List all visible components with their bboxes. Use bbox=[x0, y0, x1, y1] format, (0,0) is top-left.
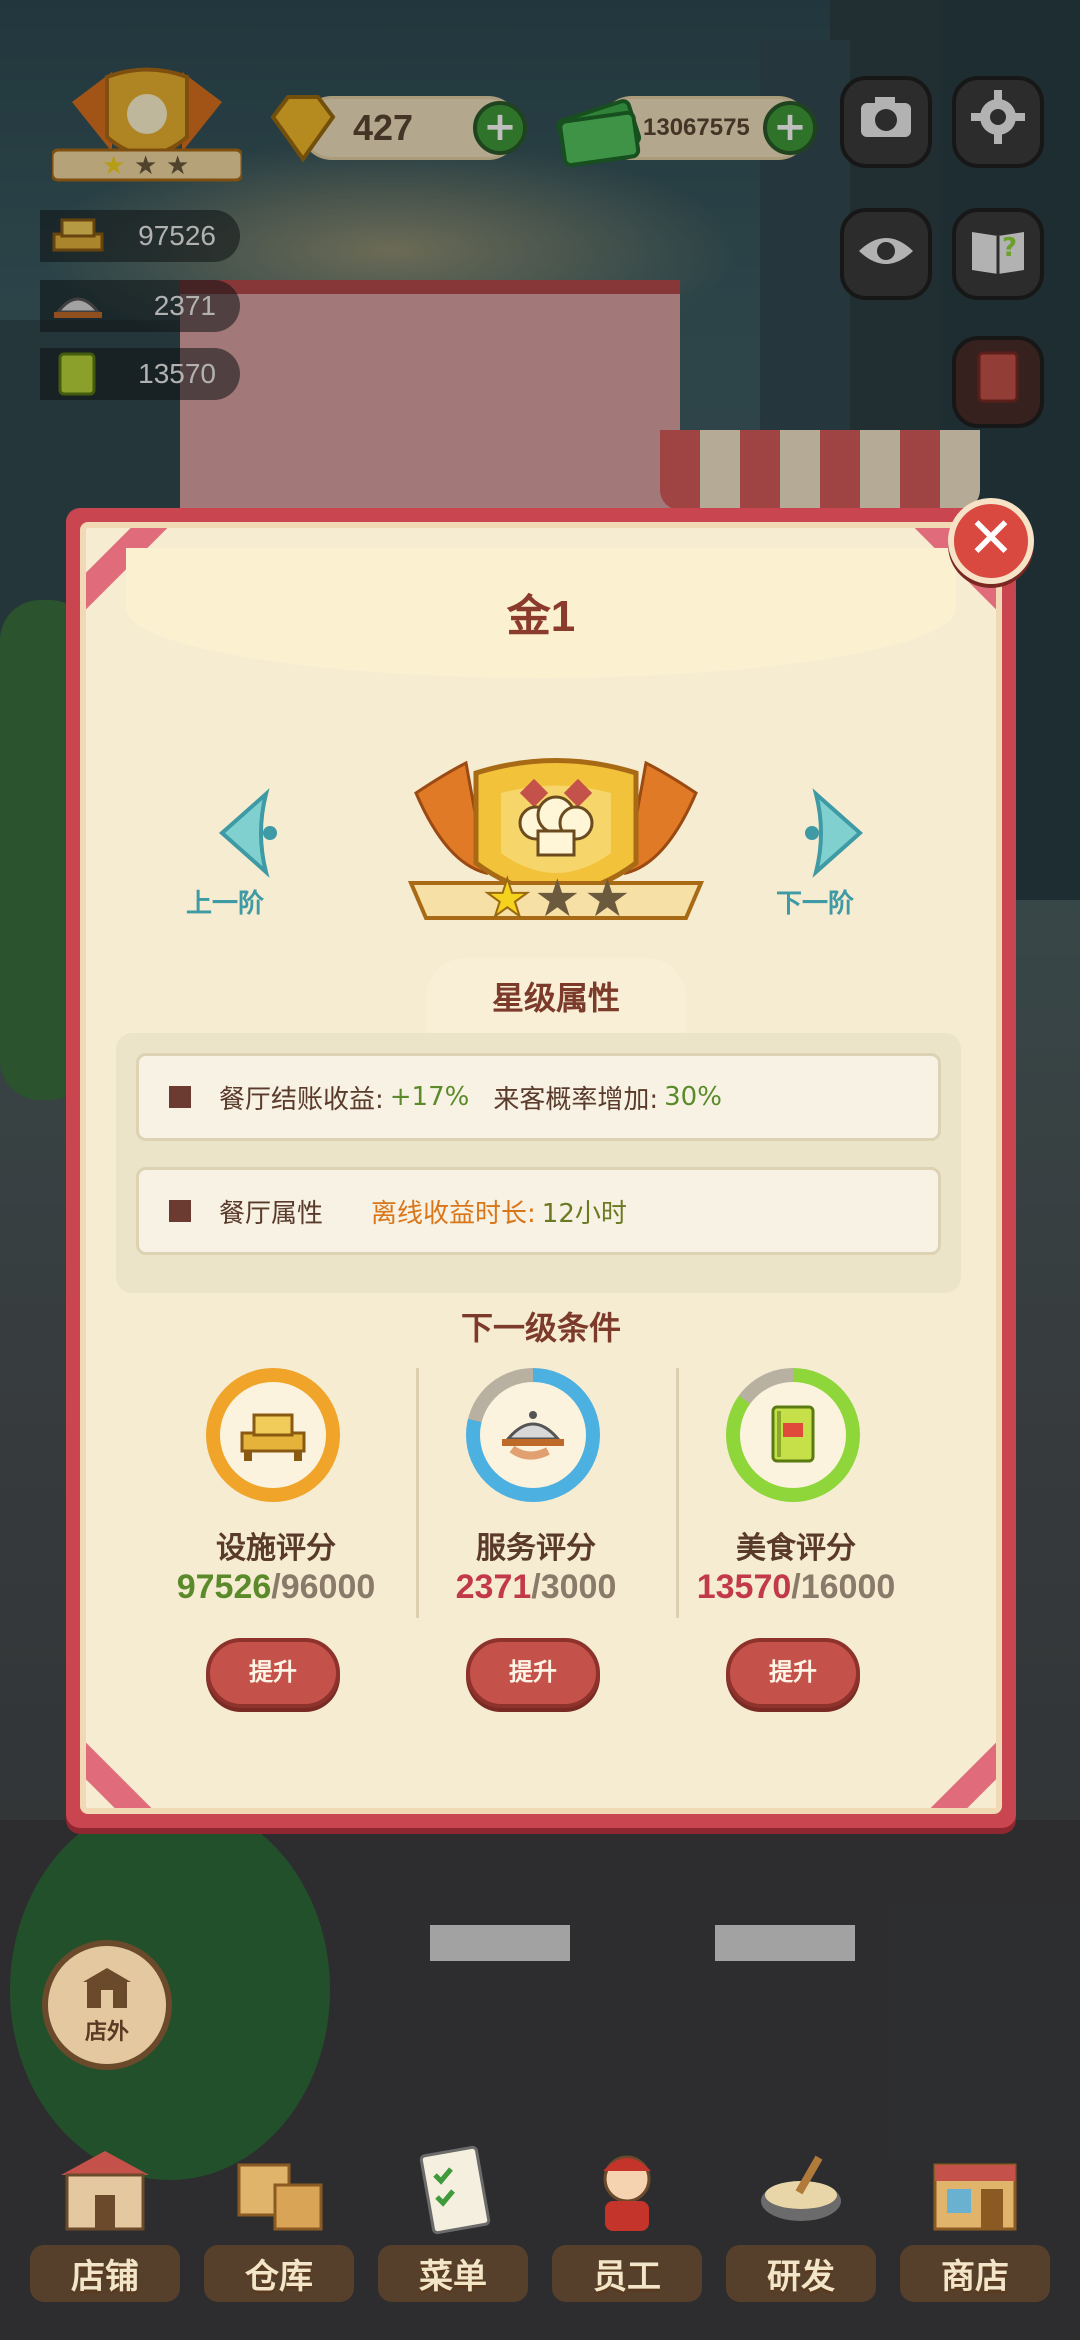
upgrade-facility-button[interactable]: 提升 bbox=[206, 1638, 340, 1708]
score-value: 2371/3000 bbox=[406, 1568, 666, 1607]
nav-item-staff[interactable]: 员工 bbox=[552, 2120, 702, 2320]
arrow-left-icon bbox=[218, 788, 277, 878]
rank-title: 金1 bbox=[506, 592, 576, 641]
star-filled-icon: ★ bbox=[484, 869, 531, 929]
store-icon bbox=[925, 2140, 1025, 2240]
nav-item-store[interactable]: 商店 bbox=[900, 2120, 1050, 2320]
previous-rank-button[interactable] bbox=[206, 788, 296, 878]
next-rank-label[interactable]: 下一阶 bbox=[776, 883, 854, 920]
nav-label: 仓库 bbox=[204, 2245, 354, 2302]
menu-icon bbox=[403, 2140, 503, 2240]
star-empty-icon: ★ bbox=[534, 869, 581, 929]
upgrade-service-button[interactable]: 提升 bbox=[466, 1638, 600, 1708]
facility-progress-ring bbox=[206, 1368, 340, 1502]
attribute-label: 离线收益时长: bbox=[371, 1198, 536, 1229]
corner-ribbon bbox=[86, 1739, 168, 1808]
rank-detail-dialog: 金1 上一阶 下一阶 ★ ★ ★ 星级属性 餐厅结账收益: +17% 来客概率增… bbox=[66, 508, 1016, 1828]
nav-label: 菜单 bbox=[378, 2245, 528, 2302]
nav-label: 员工 bbox=[552, 2245, 702, 2302]
attribute-value: 12小时 bbox=[541, 1198, 627, 1229]
upgrade-food-button[interactable]: 提升 bbox=[726, 1638, 860, 1708]
nav-item-shop[interactable]: 店铺 bbox=[30, 2120, 180, 2320]
facility-score-column: 设施评分 97526/96000 提升 bbox=[146, 1368, 406, 1708]
score-current: 97526 bbox=[176, 1568, 272, 1606]
food-icon bbox=[771, 1405, 815, 1463]
attribute-label: 来客概率增加: bbox=[493, 1084, 659, 1115]
score-label: 美食评分 bbox=[736, 1531, 856, 1566]
service-score-column: 服务评分 2371/3000 提升 bbox=[406, 1368, 666, 1708]
score-target: /96000 bbox=[271, 1568, 376, 1606]
score-label: 服务评分 bbox=[476, 1531, 596, 1566]
nav-label: 研发 bbox=[726, 2245, 876, 2302]
score-target: /3000 bbox=[531, 1568, 617, 1606]
star-attributes-heading: 星级属性 bbox=[426, 958, 686, 1038]
outdoor-button[interactable]: 店外 bbox=[42, 1940, 172, 2070]
next-rank-button[interactable] bbox=[786, 788, 876, 878]
star-empty-icon: ★ bbox=[584, 869, 631, 929]
service-icon bbox=[502, 1411, 564, 1460]
score-target: /16000 bbox=[791, 1568, 896, 1606]
score-value: 97526/96000 bbox=[146, 1568, 406, 1607]
food-progress-ring bbox=[726, 1368, 860, 1502]
score-label: 设施评分 bbox=[216, 1531, 336, 1566]
dialog-body: 金1 上一阶 下一阶 ★ ★ ★ 星级属性 餐厅结账收益: +17% 来客概率增… bbox=[80, 522, 1002, 1814]
attribute-value: +17% bbox=[389, 1082, 470, 1112]
score-current: 13570 bbox=[696, 1568, 792, 1606]
bullet-square-icon bbox=[169, 1200, 191, 1222]
facility-icon bbox=[240, 1413, 306, 1461]
attribute-row: 餐厅属性 离线收益时长: 12小时 bbox=[136, 1167, 941, 1255]
food-score-column: 美食评分 13570/16000 提升 bbox=[666, 1368, 926, 1708]
nav-item-research[interactable]: 研发 bbox=[726, 2120, 876, 2320]
close-icon: ✕ bbox=[967, 506, 1015, 571]
shop-icon bbox=[55, 2140, 155, 2240]
staff-icon bbox=[577, 2140, 677, 2240]
corner-ribbon bbox=[914, 1739, 996, 1808]
research-icon bbox=[751, 2140, 851, 2240]
bullet-square-icon bbox=[169, 1086, 191, 1108]
nav-item-menu[interactable]: 菜单 bbox=[378, 2120, 528, 2320]
close-button[interactable]: ✕ bbox=[948, 498, 1034, 584]
outdoor-label: 店外 bbox=[84, 2020, 129, 2045]
arrow-right-icon bbox=[805, 788, 864, 878]
previous-rank-label[interactable]: 上一阶 bbox=[186, 883, 264, 920]
attributes-panel: 餐厅结账收益: +17% 来客概率增加: 30% 餐厅属性 离线收益时长: 12… bbox=[116, 1033, 961, 1293]
attribute-row: 餐厅结账收益: +17% 来客概率增加: 30% bbox=[136, 1053, 941, 1141]
storefront-icon bbox=[79, 1964, 135, 2014]
attribute-value: 30% bbox=[664, 1082, 722, 1112]
service-progress-ring bbox=[466, 1368, 600, 1502]
attribute-label: 餐厅属性 bbox=[219, 1198, 324, 1229]
nav-label: 店铺 bbox=[30, 2245, 180, 2302]
score-current: 2371 bbox=[455, 1568, 532, 1606]
attribute-label: 餐厅结账收益: bbox=[219, 1084, 384, 1115]
score-value: 13570/16000 bbox=[666, 1568, 926, 1607]
bottom-navigation: 店铺 仓库 菜单 员工 研发 商店 bbox=[30, 2120, 1050, 2320]
next-level-heading: 下一级条件 bbox=[460, 1309, 621, 1347]
nav-label: 商店 bbox=[900, 2245, 1050, 2302]
nav-item-warehouse[interactable]: 仓库 bbox=[204, 2120, 354, 2320]
warehouse-icon bbox=[229, 2140, 329, 2240]
rank-badge-large: ★ ★ ★ bbox=[406, 753, 706, 953]
